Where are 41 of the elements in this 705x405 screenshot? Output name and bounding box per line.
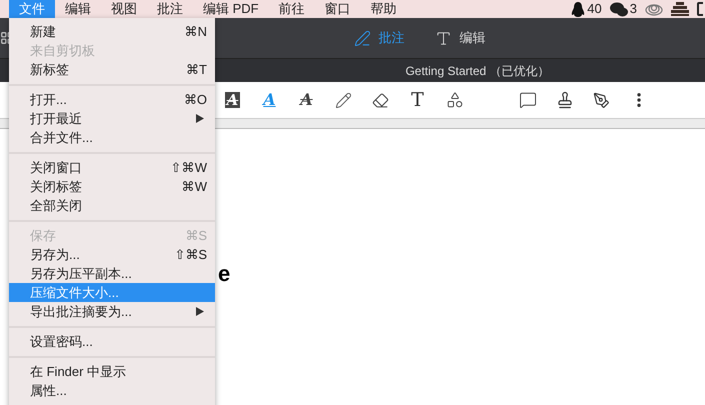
- menu-bar-item[interactable]: 编辑 PDF: [193, 0, 269, 18]
- menu-item[interactable]: 另存为压平副本...: [9, 264, 215, 283]
- menu-bar-item[interactable]: 帮助: [360, 0, 407, 18]
- menu-bar-item[interactable]: 批注: [147, 0, 193, 18]
- shapes-icon[interactable]: [446, 91, 464, 109]
- stamp-icon[interactable]: [556, 91, 574, 109]
- menu-item[interactable]: 新标签 ⌘T: [9, 60, 215, 79]
- mode-tab[interactable]: 编辑: [434, 28, 486, 48]
- menu-item[interactable]: 新建 ⌘N: [9, 22, 215, 41]
- menu-item[interactable]: 打开最近: [9, 109, 215, 128]
- pen-icon[interactable]: [593, 92, 610, 108]
- eraser-icon[interactable]: [372, 92, 389, 108]
- text-tool[interactable]: T: [411, 90, 424, 110]
- mode-tab[interactable]: 批注: [354, 28, 404, 48]
- document-title: Getting Started （已优化）: [405, 62, 550, 80]
- highlight-text-tool[interactable]: A: [224, 92, 240, 108]
- menu-item[interactable]: 关闭窗口 ⇧⌘W: [9, 158, 215, 177]
- menu-item[interactable]: 关闭标签 ⌘W: [9, 177, 215, 196]
- menu-item[interactable]: 设置密码...: [9, 332, 215, 351]
- document-heading: e: [218, 261, 230, 286]
- menu-item[interactable]: 合并文件...: [9, 128, 215, 147]
- text-cursor-icon: [434, 30, 452, 46]
- menu-bar-item[interactable]: 编辑: [55, 0, 101, 18]
- menu-item[interactable]: 在 Finder 中显示: [9, 362, 215, 381]
- menu-item[interactable]: 属性...: [9, 381, 215, 400]
- menu-bar-item[interactable]: 视图: [101, 0, 147, 18]
- penguin-icon[interactable]: [571, 2, 586, 16]
- menu-item[interactable]: 打开... ⌘O: [9, 90, 215, 109]
- menu-item[interactable]: 全部关闭: [9, 196, 215, 215]
- menu-bar-item[interactable]: 窗口: [314, 0, 361, 18]
- stacked-bars-icon[interactable]: [671, 2, 689, 16]
- menu-item[interactable]: 另存为... ⇧⌘S: [9, 245, 215, 264]
- comment-icon[interactable]: [518, 91, 536, 109]
- badge-count: 3: [630, 0, 637, 18]
- chat-bubbles-icon[interactable]: [610, 2, 628, 16]
- menu-bar-item[interactable]: 前往: [268, 0, 315, 18]
- pen-line-icon: [354, 30, 370, 46]
- menu-item[interactable]: 导出批注摘要为...: [9, 302, 215, 321]
- pencil-icon[interactable]: [335, 92, 352, 108]
- strikethrough-text-tool[interactable]: A: [300, 91, 313, 109]
- badge-count: 40: [587, 0, 602, 18]
